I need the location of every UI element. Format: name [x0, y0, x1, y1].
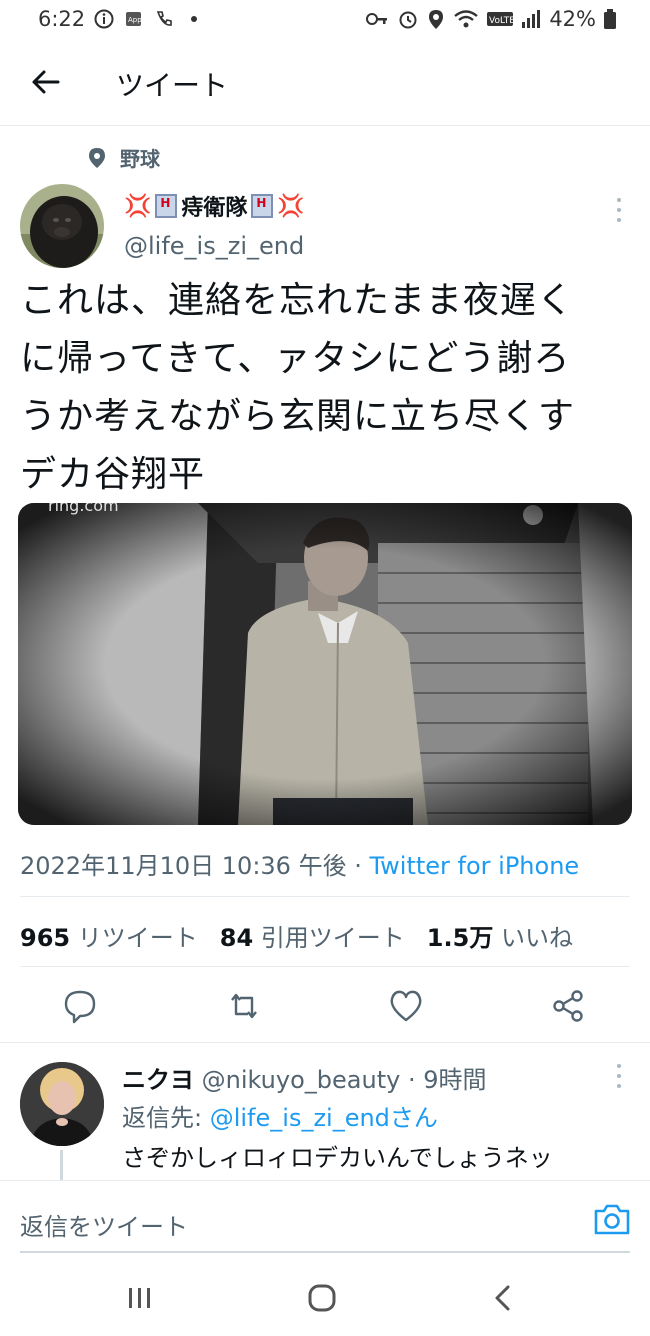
quotes-stat[interactable]: 84 引用ツイート: [220, 918, 405, 953]
tweet-timestamp: 2022年11月10日 10:36 午後 · Twitter for iPhon…: [20, 846, 579, 881]
svg-text:VoLTE: VoLTE: [489, 16, 513, 26]
home-icon[interactable]: [302, 1282, 342, 1314]
app-header: ツイート: [0, 40, 650, 126]
volte-icon: VoLTE: [487, 12, 514, 26]
info-icon: [94, 9, 114, 29]
thread-line: [60, 1150, 63, 1180]
likes-label: いいね: [500, 924, 573, 952]
retweets-stat[interactable]: 965 リツイート: [20, 918, 198, 953]
reply-composer: 返信をツイート: [0, 1180, 650, 1256]
reply-icon[interactable]: [60, 986, 100, 1026]
quotes-count: 84: [219, 924, 254, 952]
system-nav-bar: [0, 1258, 650, 1336]
tweet-media[interactable]: ring.com: [18, 503, 632, 825]
location-icon: [429, 10, 444, 29]
gorilla-avatar-image: [20, 184, 104, 268]
status-bar: 6:22 App VoLTE 42%: [0, 0, 650, 40]
page-title: ツイート: [116, 69, 229, 102]
recent-apps-icon[interactable]: [120, 1282, 160, 1314]
tweet-text-line: に帰ってきて、ァタシにどう謝ろ: [20, 338, 571, 379]
timestamp-text: 2022年11月10日 10:36 午後 ·: [20, 852, 370, 880]
reply-handle-time: @nikuyo_beauty · 9時間: [201, 1066, 487, 1094]
media-watermark: ring.com: [48, 503, 119, 515]
likes-stat[interactable]: 1.5万 いいね: [427, 918, 573, 953]
section-divider: [0, 1042, 650, 1043]
camera-icon[interactable]: [592, 1201, 632, 1237]
back-arrow-icon[interactable]: [26, 62, 66, 102]
retweets-label: リツイート: [77, 924, 198, 952]
share-icon[interactable]: [548, 986, 588, 1026]
topic-label: 野球: [120, 147, 160, 171]
status-time: 6:22: [38, 7, 86, 31]
hospital-emoji-icon: [155, 194, 178, 218]
anger-emoji-icon: 💢: [124, 193, 152, 219]
doorbell-camera-photo: ring.com: [18, 503, 632, 825]
tweet-text-line: デカ谷翔平: [20, 454, 206, 495]
divider: [20, 896, 630, 897]
back-nav-icon[interactable]: [484, 1282, 524, 1314]
reply-avatar-image: [20, 1062, 104, 1146]
battery-percent: 42%: [549, 7, 596, 31]
author-name-text: 痔衛隊: [181, 196, 248, 221]
battery-icon: [604, 9, 616, 29]
divider: [20, 966, 630, 967]
reply-to-context: 返信先: @life_is_zi_endさん: [122, 1098, 438, 1133]
tweet-stats: 965 リツイート 84 引用ツイート 1.5万 いいね: [20, 918, 573, 953]
tweet-text: これは、連絡を忘れたまま夜遅く に帰ってきて、ァタシにどう謝ろ うか考えながら玄…: [20, 272, 620, 504]
tweet-source-link[interactable]: Twitter for iPhone: [369, 852, 579, 880]
status-left-icons: App: [94, 9, 204, 29]
reply-display-name[interactable]: ニクヨ: [122, 1066, 194, 1094]
reply-text: さぞかしィロィロデカいんでしょうネッ: [122, 1144, 553, 1172]
topic-context[interactable]: 野球: [88, 143, 160, 172]
tweet-actions: [0, 986, 650, 1026]
reply-to-link[interactable]: @life_is_zi_endさん: [210, 1104, 438, 1132]
call-icon: [156, 11, 172, 26]
tweet-text-line: うか考えながら玄関に立ち尽くす: [20, 396, 576, 437]
reply-to-label: 返信先:: [122, 1104, 210, 1132]
svg-text:App: App: [128, 16, 142, 24]
tweet-more-menu-icon[interactable]: [614, 198, 624, 222]
retweets-count: 965: [20, 924, 71, 952]
author-display-name[interactable]: 💢 痔衛隊 💢: [124, 190, 305, 222]
reply-author-avatar[interactable]: [20, 1062, 104, 1146]
hospital-emoji-icon: [251, 194, 274, 218]
reply-input[interactable]: 返信をツイート: [20, 1207, 188, 1242]
alarm-icon: [399, 11, 417, 29]
app-notification-icon: App: [126, 12, 142, 26]
wifi-icon: [454, 10, 479, 28]
status-right-icons: VoLTE 42%: [365, 7, 616, 31]
dot-icon: [191, 16, 197, 22]
likes-count: 1.5万: [426, 924, 494, 952]
reply-more-menu-icon[interactable]: [614, 1064, 624, 1088]
quotes-label: 引用ツイート: [260, 924, 405, 952]
tweet-text-line: これは、連絡を忘れたまま夜遅く: [20, 280, 574, 321]
like-heart-icon[interactable]: [386, 986, 426, 1026]
author-avatar[interactable]: [20, 184, 104, 268]
key-icon: [366, 13, 388, 25]
signal-icon: [522, 10, 541, 28]
reply-header: ニクヨ @nikuyo_beauty · 9時間: [122, 1060, 486, 1095]
retweet-icon[interactable]: [224, 986, 264, 1026]
author-handle[interactable]: @life_is_zi_end: [124, 232, 304, 260]
anger-emoji-icon: 💢: [277, 193, 305, 219]
topic-pin-icon: [89, 147, 105, 168]
composer-underline: [20, 1251, 630, 1253]
